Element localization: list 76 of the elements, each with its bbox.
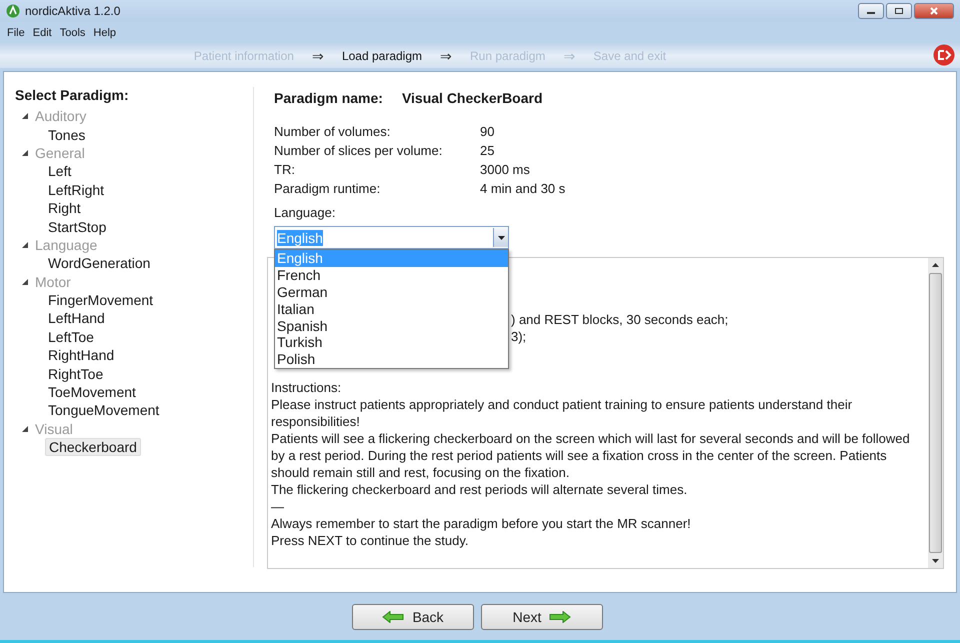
description-line: Patients will see a flickering checkerboard on the screen which will last for several seconds and will be followed: [271, 431, 910, 446]
description-line: —: [271, 499, 284, 514]
minimize-button[interactable]: [858, 3, 884, 19]
window-title: nordicAktiva 1.2.0: [25, 4, 120, 18]
close-button[interactable]: [914, 3, 954, 19]
right-arrow-icon: [549, 610, 572, 622]
dropdown-option[interactable]: French: [275, 266, 508, 284]
tree-item[interactable]: RightToe: [45, 366, 106, 382]
wizard-step: Patient information: [194, 48, 294, 62]
description-line: Instructions:: [271, 380, 342, 395]
description-line: ) and REST blocks, 30 seconds each;: [511, 311, 728, 328]
tree-item[interactable]: WordGeneration: [45, 255, 154, 272]
step-arrow: ⇒: [563, 48, 576, 64]
description-line: responsibilities!: [271, 414, 360, 429]
tree-item[interactable]: Right: [45, 200, 84, 216]
tree-item[interactable]: LeftToe: [45, 328, 97, 345]
description-line: The flickering checkerboard and rest periods will alternate several times.: [271, 482, 688, 497]
dropdown-option[interactable]: Polish: [275, 351, 508, 368]
property-value: 3000 ms: [480, 162, 531, 177]
property-label: Paradigm runtime:: [274, 181, 382, 196]
property-value: 4 min and 30 s: [480, 181, 566, 196]
menu-item[interactable]: File: [7, 26, 25, 38]
menu-item[interactable]: Help: [93, 26, 116, 38]
maximize-button[interactable]: [886, 3, 912, 19]
menu-item[interactable]: Tools: [60, 26, 86, 38]
language-label: Language:: [274, 205, 336, 220]
wizard-step: Run paradigm: [470, 48, 546, 62]
sidebar-title: Select Paradigm:: [15, 87, 130, 103]
expand-triangle-icon[interactable]: [22, 113, 28, 120]
dropdown-option[interactable]: Turkish: [275, 334, 508, 352]
property-label: Number of slices per volume:: [274, 143, 444, 158]
description-line: Please instruct patients appropriately and conduct patient training to ensure patients understand their: [271, 397, 852, 412]
tree-item[interactable]: TongueMovement: [45, 402, 162, 418]
tree-item[interactable]: RightHand: [45, 347, 118, 364]
scroll-down-icon[interactable]: [932, 559, 939, 563]
expand-triangle-icon[interactable]: [22, 150, 28, 156]
expand-triangle-icon[interactable]: [22, 242, 28, 248]
dropdown-option[interactable]: Spanish: [275, 318, 508, 334]
property-label: TR:: [274, 162, 296, 177]
description-line: 3);: [511, 328, 526, 345]
property-label: Number of volumes:: [274, 124, 392, 139]
tree-item[interactable]: ToeMovement: [45, 384, 139, 400]
expand-triangle-icon[interactable]: [22, 426, 28, 432]
paradigm-name: Visual CheckerBoard: [402, 90, 543, 106]
description-line: Always remember to start the paradigm before you start the MR scanner!: [271, 516, 691, 531]
back-button[interactable]: Back: [352, 604, 474, 630]
description-line: by a rest period. During the rest period patients will see a fixation cross in the center of the screen. Patients: [271, 448, 887, 463]
property-value: 90: [480, 124, 496, 139]
left-arrow-icon: [382, 610, 404, 622]
maximize-icon: [894, 7, 904, 15]
menu-item[interactable]: Edit: [32, 26, 52, 38]
expand-triangle-icon[interactable]: [22, 278, 28, 285]
dropdown-option[interactable]: German: [275, 284, 508, 301]
tree-item[interactable]: Left: [45, 163, 74, 180]
scroll-up-icon[interactable]: [932, 263, 939, 267]
description-line: should remain still and rest, focusing on the fixation.: [271, 465, 570, 480]
tree-item[interactable]: LeftHand: [45, 310, 108, 326]
exit-icon[interactable]: [933, 44, 955, 66]
wizard-step: Load paradigm: [342, 48, 422, 62]
tree-item[interactable]: StartStop: [45, 218, 110, 235]
wizard-step: Save and exit: [593, 48, 666, 62]
paradigm-name-label: Paradigm name:: [274, 90, 383, 106]
tree-item[interactable]: Checkerboard: [45, 438, 141, 456]
tree-item[interactable]: LeftRight: [45, 182, 108, 198]
next-button[interactable]: Next: [481, 604, 603, 630]
dropdown-option[interactable]: Italian: [275, 300, 508, 318]
close-icon: [929, 7, 939, 15]
step-arrow: ⇒: [440, 48, 452, 64]
dropdown-caret-icon: [498, 236, 504, 240]
tree-item[interactable]: Tones: [45, 126, 88, 143]
step-arrow: ⇒: [312, 48, 324, 64]
scrollbar[interactable]: [928, 258, 943, 568]
property-value: 25: [480, 143, 496, 158]
app-logo-icon: [6, 4, 20, 18]
tree-item[interactable]: FingerMovement: [45, 292, 156, 308]
description-line: Press NEXT to continue the study.: [271, 533, 469, 548]
